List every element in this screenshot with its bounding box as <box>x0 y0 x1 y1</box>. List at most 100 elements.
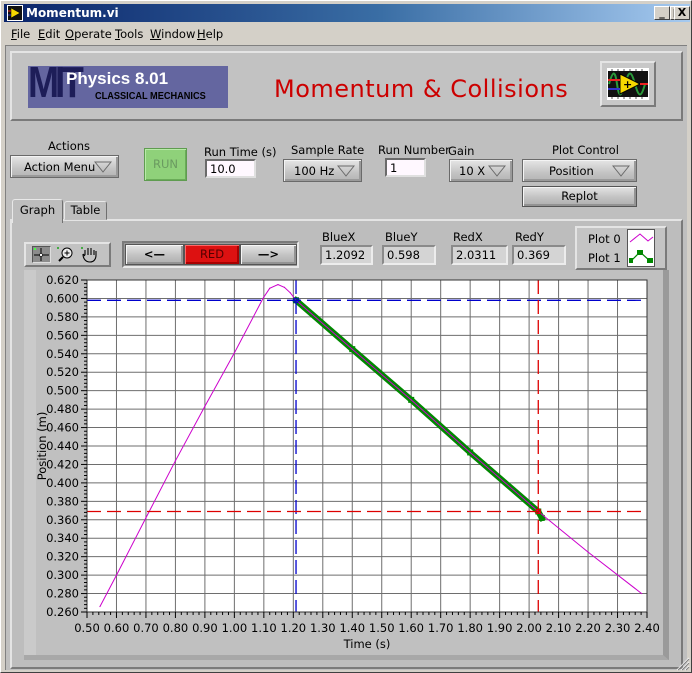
legend-plot-1-label[interactable]: Plot 1 <box>588 251 621 265</box>
resize-grip-icon[interactable] <box>676 657 690 671</box>
y-tick-label: 0.520 <box>46 365 79 379</box>
sample-rate-dropdown[interactable]: 100 Hz <box>283 159 362 182</box>
series-plot-0-point <box>277 284 279 286</box>
chevron-down-icon <box>337 165 355 177</box>
y-tick-label: 0.600 <box>46 291 79 305</box>
cursor-active-button[interactable]: RED <box>184 244 240 265</box>
legend-plot-0-label[interactable]: Plot 0 <box>588 232 621 246</box>
mit-logo: MIT Physics 8.01 CLASSICAL MECHANICS <box>28 66 228 108</box>
actions-menu-value: Action Menu <box>24 160 96 174</box>
run-number-input[interactable]: 1 <box>385 158 426 177</box>
gain-label: Gain <box>448 144 475 158</box>
zoom-tool-button[interactable] <box>56 246 75 263</box>
chart[interactable]: 0.50 0.60 0.70 0.80 0.90 1.00 1.10 1.20 1.30 1.40… <box>24 270 663 655</box>
y-tick-label: 0.420 <box>46 457 79 471</box>
y-tick-label: 0.400 <box>46 476 79 490</box>
app-title: Momentum & Collisions <box>274 75 569 103</box>
tab-graph[interactable]: Graph <box>12 199 63 223</box>
menu-edit[interactable]: Edit <box>38 27 60 41</box>
x-tick-label: 1.00 <box>222 621 248 635</box>
y-tick-label: 0.380 <box>46 494 79 508</box>
pan-hand-icon <box>81 247 97 263</box>
replot-button-label: Replot <box>561 189 598 203</box>
series-plot-0-point <box>145 517 147 519</box>
legend-plot-1-marker <box>629 258 633 263</box>
series-plot-0-point <box>641 592 643 595</box>
y-tick-label: 0.480 <box>46 402 79 416</box>
y-tick-label: 0.280 <box>46 587 79 601</box>
run-time-label: Run Time (s) <box>204 145 277 159</box>
tab-table[interactable]: Table <box>64 201 107 220</box>
red-y-value: 0.369 <box>512 245 566 265</box>
plot-control-dropdown[interactable]: Position <box>522 159 637 182</box>
y-tick-label: 0.260 <box>46 605 79 619</box>
plot-control-value: Position <box>549 164 594 178</box>
legend-plot-1-marker <box>647 258 653 263</box>
y-tick-label: 0.340 <box>46 531 79 545</box>
x-tick-label: 1.10 <box>251 621 277 635</box>
run-button[interactable]: RUN <box>144 148 187 181</box>
menu-help[interactable]: Help <box>197 27 223 41</box>
y-tick-label: 0.540 <box>46 347 79 361</box>
series-plot-0-point <box>587 551 589 553</box>
menu-operate[interactable]: Operate <box>65 27 112 41</box>
series-plot-0-point <box>351 348 353 350</box>
run-number-label: Run Number <box>378 143 450 157</box>
y-axis-title: Position (m) <box>35 412 49 481</box>
series-plot-0-point <box>115 574 118 576</box>
logo-subtitle: CLASSICAL MECHANICS <box>95 91 206 102</box>
y-tick-label: 0.300 <box>46 568 79 582</box>
menu-file[interactable]: File <box>11 27 30 41</box>
banner: MIT Physics 8.01 CLASSICAL MECHANICS Mom… <box>10 51 683 121</box>
run-time-input[interactable]: 10.0 <box>205 159 256 178</box>
gain-dropdown[interactable]: 10 X <box>449 159 513 182</box>
x-tick-label: 1.40 <box>339 621 365 635</box>
x-tick-label: 1.20 <box>281 621 307 635</box>
menu-window[interactable]: Window <box>150 27 195 41</box>
x-tick-label: 1.30 <box>310 621 336 635</box>
arrow-left-icon: <— <box>143 247 166 261</box>
x-tick-label: 0.70 <box>133 621 159 635</box>
title-bar[interactable]: Momentum.vi _ □ X <box>4 4 690 22</box>
y-tick-label: 0.560 <box>46 328 79 342</box>
legend-plot-0-swatch <box>629 233 654 243</box>
menu-tools[interactable]: Tools <box>115 27 143 41</box>
cursor-tool-button[interactable] <box>32 246 51 263</box>
chevron-down-icon <box>612 165 630 177</box>
legend-plot-1-marker <box>637 250 643 255</box>
x-axis-title: Time (s) <box>343 637 391 651</box>
cursor-next-button[interactable]: —> <box>240 244 297 265</box>
chevron-down-icon <box>94 161 112 173</box>
x-tick-label: 2.20 <box>575 621 601 635</box>
pan-tool-button[interactable] <box>80 246 99 263</box>
cursor-selector: <— RED —> <box>122 241 299 268</box>
labview-vi-icon: + <box>607 68 649 100</box>
tab-table-label: Table <box>70 203 101 217</box>
replot-button[interactable]: Replot <box>522 186 637 207</box>
zoom-icon <box>57 247 73 262</box>
series-plot-0-point <box>469 451 471 454</box>
x-tick-label: 0.90 <box>192 621 218 635</box>
series-plot-0-point <box>233 352 235 354</box>
series-plot-0-point <box>289 292 291 294</box>
svg-text:+: + <box>623 78 632 91</box>
y-tick-label: 0.320 <box>46 550 79 564</box>
plot-legend: Plot 0 Plot 1 <box>575 226 667 270</box>
x-tick-label: 1.50 <box>369 621 395 635</box>
x-tick-label: 2.40 <box>634 621 660 635</box>
run-button-label: RUN <box>152 157 178 171</box>
minimize-button[interactable]: _ <box>654 6 670 20</box>
labview-app-icon <box>7 5 23 21</box>
position-graph[interactable]: 0.50 0.60 0.70 0.80 0.90 1.00 1.10 1.20 1.30 1.40… <box>24 270 669 660</box>
series-plot-0-point <box>269 287 271 289</box>
actions-menu-dropdown[interactable]: Action Menu <box>10 155 119 178</box>
arrow-right-icon: —> <box>257 247 280 261</box>
crosshair-icon <box>34 248 49 261</box>
legend-swatches <box>627 229 655 267</box>
close-button[interactable]: X <box>674 6 690 20</box>
x-tick-label: 2.30 <box>605 621 631 635</box>
y-tick-label: 0.460 <box>46 421 79 435</box>
x-tick-label: 1.60 <box>398 621 424 635</box>
cursor-prev-button[interactable]: <— <box>125 244 184 265</box>
blue-y-label: BlueY <box>385 230 418 244</box>
